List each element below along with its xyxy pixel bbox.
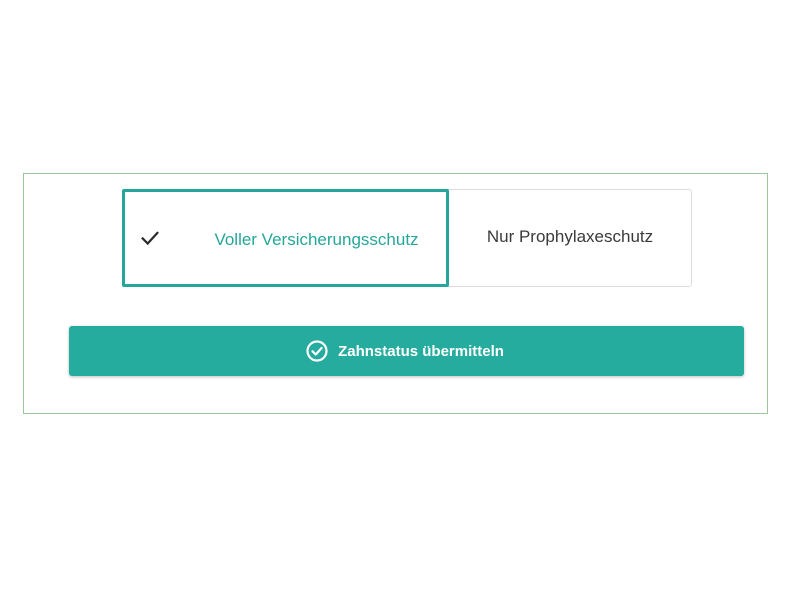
option-prophylaxis-only[interactable]: Nur Prophylaxeschutz [449, 190, 691, 286]
coverage-toggle-group: Voller Versicherungsschutz Nur Prophylax… [122, 189, 692, 287]
check-circle-icon [306, 340, 328, 362]
option-full-coverage-label: Voller Versicherungsschutz [214, 230, 419, 249]
submit-button-label: Zahnstatus übermitteln [338, 342, 504, 360]
option-full-coverage[interactable]: Voller Versicherungsschutz [122, 189, 449, 287]
option-prophylaxis-only-label: Nur Prophylaxeschutz [486, 227, 654, 246]
submit-dental-status-button[interactable]: Zahnstatus übermitteln [69, 326, 744, 376]
check-icon [141, 231, 159, 246]
